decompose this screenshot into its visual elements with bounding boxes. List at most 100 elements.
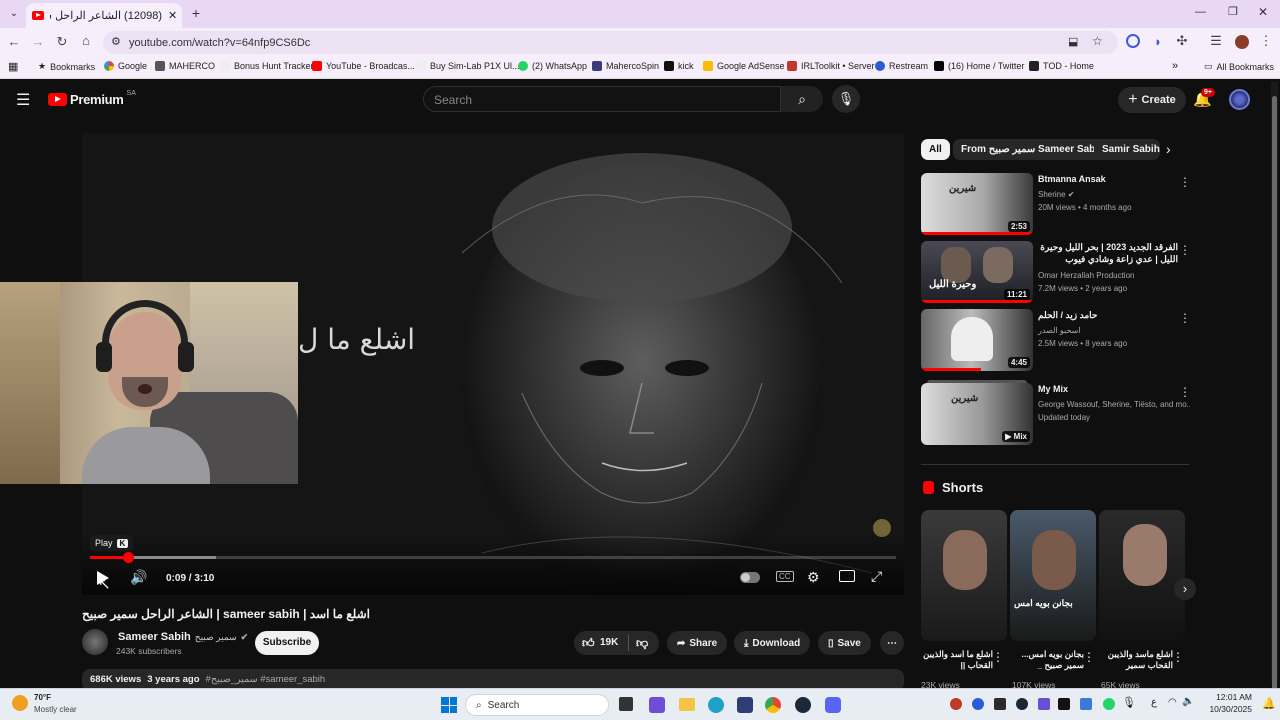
- taskbar-search-box[interactable]: ⌕ Search: [465, 694, 609, 716]
- site-info-icon[interactable]: ⚙: [111, 35, 121, 48]
- search-input[interactable]: Search: [423, 86, 781, 112]
- bookmark-item[interactable]: Restream: [875, 61, 928, 71]
- chips-next-chevron-icon[interactable]: ›: [1166, 141, 1171, 157]
- ms-store-icon[interactable]: [737, 697, 753, 713]
- back-icon[interactable]: ←: [4, 34, 24, 49]
- dislike-thumb-down-icon[interactable]: 👎︎: [636, 636, 648, 651]
- bookmark-item[interactable]: kick: [664, 61, 694, 71]
- create-button[interactable]: + Create: [1118, 87, 1186, 113]
- windows-start-icon[interactable]: [441, 697, 457, 713]
- profile-avatar[interactable]: [1235, 35, 1249, 49]
- tray-app-icon[interactable]: [972, 698, 984, 710]
- speaker-icon[interactable]: 🔈: [1182, 696, 1194, 707]
- progress-bar[interactable]: [90, 552, 896, 563]
- teams-icon[interactable]: [649, 697, 665, 713]
- bookmark-item[interactable]: Google AdSense: [703, 61, 785, 71]
- extension-waves-icon[interactable]: ◗: [1148, 34, 1168, 49]
- hashtags[interactable]: #سمير_صبيح #sameer_sabih: [206, 674, 326, 686]
- like-thumb-up-icon[interactable]: 👍︎: [582, 636, 595, 651]
- notification-bell-icon[interactable]: 🔔: [1262, 697, 1276, 710]
- new-tab-plus-icon[interactable]: +: [188, 5, 204, 21]
- bookmark-item[interactable]: Buy Sim-Lab P1X Ul...: [416, 61, 520, 71]
- recommended-video[interactable]: وحيرة الليل 11:21 الفرقد الجديد 2023 | ب…: [921, 241, 1191, 303]
- tray-app-icon[interactable]: [1038, 698, 1050, 710]
- settings-gear-icon[interactable]: ⚙: [807, 569, 820, 586]
- short-thumbnail[interactable]: [921, 510, 1007, 641]
- subscribe-button[interactable]: Subscribe: [255, 631, 319, 655]
- account-avatar[interactable]: [1229, 89, 1250, 110]
- captions-cc-icon[interactable]: CC: [776, 571, 794, 582]
- discord-icon[interactable]: [825, 697, 841, 713]
- download-button[interactable]: ⤓ Download: [734, 631, 811, 655]
- recommended-video[interactable]: شيرين 2:53 Btmanna Ansak Sherine ✔ 20M v…: [921, 173, 1191, 235]
- short-menu-icon[interactable]: ⋮: [1172, 650, 1184, 664]
- file-explorer-icon[interactable]: [679, 698, 695, 711]
- voice-search-mic-icon[interactable]: 🎙: [832, 85, 860, 113]
- bookmark-item[interactable]: MahercoSpin: [592, 61, 659, 71]
- share-button[interactable]: ➦ Share: [667, 631, 728, 655]
- browser-tab[interactable]: (12098) الشاعر الراحل سمير صب ✕: [26, 3, 182, 28]
- like-count[interactable]: 19K: [600, 637, 618, 648]
- short-menu-icon[interactable]: ⋮: [992, 650, 1004, 664]
- chip-samir-sabih[interactable]: Samir Sabih: [1094, 139, 1160, 160]
- extensions-puzzle-icon[interactable]: ✣: [1172, 33, 1192, 49]
- theater-mode-icon[interactable]: [839, 570, 855, 582]
- minimize-icon[interactable]: —: [1195, 6, 1206, 18]
- home-icon[interactable]: ⌂: [76, 33, 96, 48]
- tray-mic-icon[interactable]: 🎙: [1122, 696, 1136, 709]
- weather-condition[interactable]: Mostly clear: [34, 705, 77, 714]
- install-app-icon[interactable]: ⬓: [1068, 35, 1078, 48]
- recommended-mix[interactable]: شيرين ▶ Mix My Mix George Wassouf, Sheri…: [921, 380, 1191, 445]
- tray-steam-icon[interactable]: [1016, 698, 1028, 710]
- volume-icon[interactable]: 🔊: [130, 569, 147, 586]
- clock-date[interactable]: 10/30/2025: [1208, 704, 1252, 714]
- autoplay-toggle[interactable]: [740, 572, 760, 583]
- short-title[interactable]: بجانن بويه امس... سمير صبيح _: [1012, 649, 1084, 671]
- short-thumbnail[interactable]: بجانن بويه امس: [1010, 510, 1096, 641]
- chip-from-channel[interactable]: From سمير صبيح Sameer Sabih: [953, 139, 1113, 160]
- bookmark-star-icon[interactable]: ☆: [1092, 34, 1103, 48]
- edge-browser-icon[interactable]: [708, 697, 724, 713]
- bookmark-item[interactable]: TOD - Home: [1029, 61, 1094, 71]
- reading-list-icon[interactable]: ☰: [1206, 33, 1226, 49]
- apps-grid-icon[interactable]: ▦: [8, 60, 18, 73]
- video-thumbnail[interactable]: 4:45: [921, 309, 1033, 371]
- restore-icon[interactable]: ❐: [1228, 5, 1238, 18]
- bookmark-item[interactable]: YouTube - Broadcas...: [312, 61, 415, 71]
- weather-moon-icon[interactable]: [12, 695, 28, 711]
- rec-menu-icon[interactable]: ⋮: [1179, 175, 1191, 189]
- tray-whatsapp-icon[interactable]: [1103, 698, 1115, 710]
- bookmark-item[interactable]: ★ Bookmarks: [38, 61, 95, 72]
- channel-name-row[interactable]: Sameer Sabih سمير صبيح ✔: [118, 631, 248, 643]
- guide-menu-icon[interactable]: ☰: [16, 90, 30, 110]
- scrollbar-thumb[interactable]: [1272, 96, 1277, 696]
- extension-circle-icon[interactable]: [1126, 34, 1140, 48]
- wifi-icon[interactable]: ◠: [1168, 697, 1177, 708]
- youtube-premium-logo[interactable]: Premium SA: [48, 90, 136, 107]
- forward-icon[interactable]: →: [28, 34, 48, 49]
- tab-search-chevron-icon[interactable]: ⌄: [6, 6, 22, 22]
- tab-close-icon[interactable]: ✕: [168, 9, 177, 22]
- more-actions-icon[interactable]: ⋯: [880, 631, 904, 655]
- short-menu-icon[interactable]: ⋮: [1083, 650, 1095, 664]
- bookmark-item[interactable]: Bonus Hunt Tracker: [220, 61, 314, 71]
- chip-all[interactable]: All: [921, 139, 950, 160]
- address-bar[interactable]: ⚙ youtube.com/watch?v=64nfp9CS6Dc ⬓ ☆: [103, 31, 1118, 54]
- scrubber-handle[interactable]: [122, 552, 134, 563]
- chrome-taskbar-icon[interactable]: [765, 697, 781, 713]
- close-window-icon[interactable]: ✕: [1258, 5, 1268, 19]
- save-button[interactable]: ▯ Save: [818, 631, 871, 655]
- tray-app-icon[interactable]: [950, 698, 962, 710]
- rec-menu-icon[interactable]: ⋮: [1179, 311, 1191, 325]
- keyboard-language[interactable]: ع: [1151, 697, 1157, 708]
- channel-avatar[interactable]: [82, 629, 108, 655]
- video-thumbnail[interactable]: شيرين 2:53: [921, 173, 1033, 235]
- video-thumbnail[interactable]: شيرين ▶ Mix: [921, 383, 1033, 445]
- short-title[interactable]: اشلع ماسد والذيبن القحاب سمير: [1101, 649, 1173, 671]
- short-thumbnail[interactable]: [1099, 510, 1185, 641]
- rec-menu-icon[interactable]: ⋮: [1179, 385, 1191, 399]
- reload-icon[interactable]: ↻: [52, 34, 72, 50]
- bookmark-item[interactable]: IRLToolkit • Server: [787, 61, 875, 71]
- bookmark-item[interactable]: Google: [104, 61, 147, 71]
- chrome-menu-icon[interactable]: ⋮: [1256, 33, 1276, 49]
